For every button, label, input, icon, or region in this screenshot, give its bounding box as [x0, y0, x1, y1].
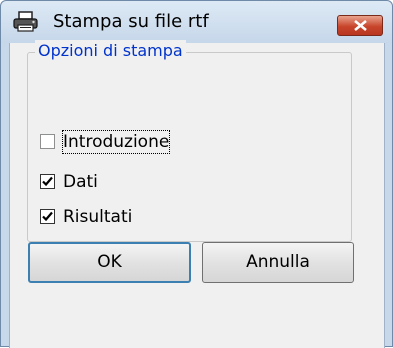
printer-icon	[12, 11, 40, 33]
checkbox-introduzione-label[interactable]: Introduzione	[61, 130, 171, 154]
checkbox-dati-box[interactable]	[40, 174, 55, 189]
close-button[interactable]	[337, 15, 383, 36]
checkbox-introduzione-box[interactable]	[40, 134, 55, 149]
ok-button[interactable]: OK	[28, 242, 191, 283]
dialog-window: Stampa su file rtf Opzioni di stampa Int…	[0, 0, 393, 348]
checkmark-icon	[42, 211, 53, 222]
group-label: Opzioni di stampa	[35, 40, 186, 62]
checkmark-icon	[42, 176, 53, 187]
close-icon	[354, 20, 367, 31]
window-title: Stampa su file rtf	[53, 11, 209, 32]
checkbox-dati-label[interactable]: Dati	[63, 171, 98, 193]
cancel-button[interactable]: Annulla	[202, 242, 354, 283]
checkbox-risultati-box[interactable]	[40, 209, 55, 224]
checkbox-risultati-label[interactable]: Risultati	[63, 206, 132, 228]
title-bar[interactable]: Stampa su file rtf	[1, 1, 392, 43]
